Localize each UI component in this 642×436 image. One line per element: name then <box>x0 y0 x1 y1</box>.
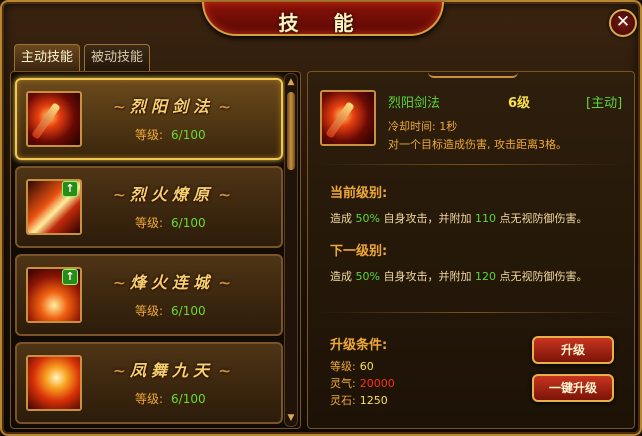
upgrade-arrow-icon: ↑ <box>62 181 78 197</box>
one-key-upgrade-button[interactable]: 一键升级 <box>532 374 614 402</box>
skill-name: 烈火燎原 <box>92 181 252 205</box>
ornament <box>428 72 518 78</box>
skill-list: 烈阳剑法 等级:6/100 ↑ 烈火燎原 等级:6/100 ↑ 烽火连城 等级:… <box>10 71 301 429</box>
detail-description: 对一个目标造成伤害, 攻击距离3格。 <box>388 138 567 151</box>
current-level-title: 当前级别: <box>330 186 388 201</box>
tab-passive-skills[interactable]: 被动技能 <box>84 44 150 71</box>
scroll-down-icon[interactable]: ▼ <box>286 412 296 424</box>
divider <box>318 164 624 165</box>
phoenix-icon <box>26 355 82 411</box>
skill-level: 等级: 6/100 <box>135 392 206 406</box>
sword-fire-icon <box>320 90 376 146</box>
skill-list-scrollbar[interactable]: ▲ ▼ <box>284 73 298 427</box>
upgrade-arrow-icon: ↑ <box>62 269 78 285</box>
skill-window: 技 能 ✕ 主动技能 被动技能 烈阳剑法 等级:6/100 ↑ 烈火燎原 等级:… <box>0 0 642 436</box>
skill-level: 等级: 6/100 <box>135 128 206 142</box>
skill-name: 凤舞九天 <box>92 357 252 381</box>
detail-skill-name: 烈阳剑法 <box>388 96 441 111</box>
skill-level: 等级: 6/100 <box>135 304 206 318</box>
detail-skill-level: 6级 <box>508 96 531 111</box>
close-button[interactable]: ✕ <box>609 9 637 37</box>
skill-item-fengwu[interactable]: 凤舞九天 等级:6/100 <box>15 342 283 424</box>
req-spirit: 灵气: 20000 <box>330 377 395 390</box>
req-level: 等级: 60 <box>330 360 374 373</box>
next-level-title: 下一级别: <box>330 244 388 259</box>
next-level-text: 造成 50% 自身攻击，并附加 120 点无视防御伤害。 <box>330 270 588 283</box>
sword-fire-icon <box>26 91 82 147</box>
upgrade-button[interactable]: 升级 <box>532 336 614 364</box>
skill-item-fenghuo[interactable]: ↑ 烽火连城 等级:6/100 <box>15 254 283 336</box>
req-spirit-stone: 灵石: 1250 <box>330 394 388 407</box>
skill-level: 等级: 6/100 <box>135 216 206 230</box>
detail-skill-type: [主动] <box>586 96 623 111</box>
upgrade-requirements-title: 升级条件: <box>330 338 388 353</box>
window-title: 技 能 <box>278 11 368 35</box>
tab-active-skills[interactable]: 主动技能 <box>14 44 80 71</box>
scroll-up-icon[interactable]: ▲ <box>286 76 296 88</box>
skill-item-liehuo[interactable]: ↑ 烈火燎原 等级:6/100 <box>15 166 283 248</box>
skill-detail-panel: 烈阳剑法 6级 [主动] 冷却时间: 1秒 对一个目标造成伤害, 攻击距离3格。… <box>307 71 635 429</box>
title-plate: 技 能 <box>202 2 444 36</box>
skill-name: 烈阳剑法 <box>92 93 252 117</box>
current-level-text: 造成 50% 自身攻击，并附加 110 点无视防御伤害。 <box>330 212 588 225</box>
skill-item-lieyang[interactable]: 烈阳剑法 等级:6/100 <box>15 78 283 160</box>
skill-name: 烽火连城 <box>92 269 252 293</box>
detail-cooldown: 冷却时间: 1秒 <box>388 120 458 133</box>
scroll-thumb[interactable] <box>287 92 295 170</box>
divider <box>318 312 624 313</box>
